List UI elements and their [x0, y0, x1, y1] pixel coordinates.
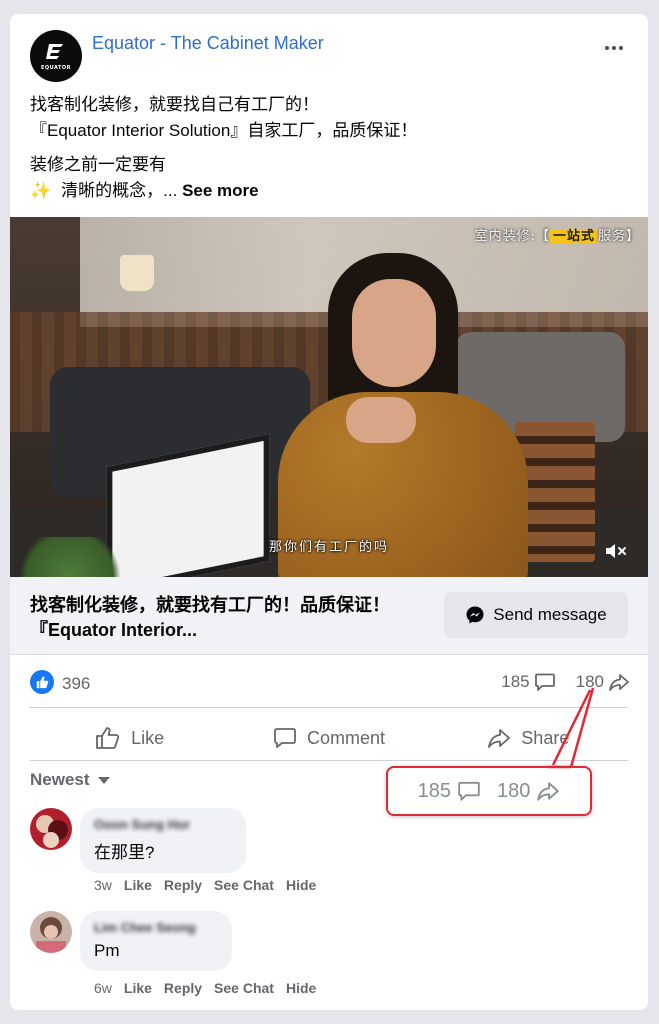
send-message-button[interactable]: Send message: [444, 592, 628, 638]
comment-time[interactable]: 3w: [94, 877, 112, 893]
like-button[interactable]: Like: [30, 726, 229, 750]
post-card: EQUATOR Equator - The Cabinet Maker 找客制化…: [10, 14, 648, 1010]
comment-hide-link[interactable]: Hide: [286, 877, 316, 893]
comment-meta: 6w Like Reply See Chat Hide: [94, 980, 316, 996]
video-person-hands: [346, 397, 416, 443]
post-line-3: 装修之前一定要有: [30, 155, 166, 174]
comment-like-link[interactable]: Like: [124, 877, 152, 893]
comment-bubble: Lim Chee Seong Pm: [80, 911, 232, 971]
comment-sort-dropdown[interactable]: Newest: [30, 770, 110, 790]
comment-text: 在那里?: [94, 843, 155, 862]
like-label: Like: [131, 727, 165, 748]
caption-prefix: 室内装修:【: [474, 229, 550, 244]
actions-divider: [30, 760, 628, 761]
link-preview-title[interactable]: 找客制化装修，就要找有工厂的！品质保证！『Equator Interior...: [30, 593, 410, 643]
dot-icon: [619, 46, 623, 50]
comment-bubble-icon: [534, 673, 555, 691]
video-player[interactable]: 室内装修:【 一站式 服务】 那你们有工厂的吗: [10, 217, 648, 577]
comment-label: Comment: [306, 727, 385, 748]
speaker-muted-icon[interactable]: [604, 541, 630, 561]
comment-author[interactable]: Lim Chee Seong: [94, 920, 216, 935]
logo-text: EQUATOR: [40, 65, 72, 71]
sparkle-icon: ✨: [30, 181, 52, 200]
caret-down-icon: [97, 776, 110, 784]
reactions-stats: 396 185 180: [30, 668, 630, 698]
dot-icon: [605, 46, 609, 50]
comment-hide-link[interactable]: Hide: [286, 980, 316, 996]
stats-divider: [30, 707, 628, 708]
sort-label: Newest: [30, 770, 90, 789]
comment-meta: 3w Like Reply See Chat Hide: [94, 877, 316, 893]
send-message-label: Send message: [493, 605, 607, 624]
dot-icon: [612, 46, 616, 50]
comment-text: Pm: [94, 941, 120, 960]
post-actions: Like Comment Share: [30, 718, 628, 758]
messenger-icon: [466, 606, 484, 624]
post-text: 找客制化装修，就要找自己有工厂的！ 『Equator Interior Solu…: [30, 92, 630, 204]
share-count-value: 180: [575, 672, 604, 691]
comment-bubble: Ooon Sung Hor 在那里?: [80, 808, 246, 873]
stats-callout: 185 180: [386, 766, 592, 816]
comment-item: Ooon Sung Hor 在那里? 3w Like Reply See Cha…: [30, 808, 630, 898]
comment-reply-link[interactable]: Reply: [164, 877, 202, 893]
thumbs-up-icon: [36, 676, 49, 689]
page-name-link[interactable]: Equator - The Cabinet Maker: [92, 33, 324, 54]
comment-count[interactable]: 185: [501, 672, 555, 692]
video-person-face: [352, 279, 436, 387]
callout-comment-value: 185: [417, 779, 451, 802]
user-avatar-image: [30, 911, 72, 953]
comment-reply-link[interactable]: Reply: [164, 980, 202, 996]
video-top-caption: 室内装修:【 一站式 服务】: [475, 225, 640, 244]
share-button[interactable]: Share: [429, 727, 628, 749]
like-reaction-icon[interactable]: [30, 670, 54, 694]
share-label: Share: [521, 727, 570, 748]
like-count[interactable]: 396: [62, 674, 90, 694]
share-arrow-icon: [537, 782, 560, 801]
comment-author[interactable]: Ooon Sung Hor: [94, 817, 230, 832]
comment-count-value: 185: [501, 672, 530, 691]
post-line-1: 找客制化装修，就要找自己有工厂的！: [30, 95, 319, 114]
page-avatar[interactable]: EQUATOR: [30, 30, 82, 82]
comment-item: Lim Chee Seong Pm 6w Like Reply See Chat…: [30, 911, 630, 1001]
avatar[interactable]: [30, 808, 72, 850]
see-more-link[interactable]: See more: [182, 181, 259, 200]
comment-see-chat-link[interactable]: See Chat: [214, 980, 274, 996]
caption-suffix: 服务】: [597, 229, 640, 244]
comment-share-stats: 185 180: [501, 672, 630, 692]
more-options-button[interactable]: [602, 42, 626, 54]
comment-icon: [274, 728, 296, 748]
video-subtitle: 那你们有工厂的吗: [268, 540, 389, 555]
comment-bubble-icon: [458, 781, 480, 801]
post-line-2: 『Equator Interior Solution』自家工厂，品质保证！: [30, 121, 418, 140]
caption-highlight: 一站式: [549, 229, 598, 244]
callout-share-count: 180: [497, 780, 560, 803]
post-line-4: ✨ 清晰的概念，... See more: [30, 178, 630, 204]
like-thumb-icon: [96, 727, 120, 749]
equator-logo-icon: [46, 44, 63, 59]
callout-share-value: 180: [497, 779, 531, 802]
link-preview-bar[interactable]: 找客制化装修，就要找有工厂的！品质保证！『Equator Interior...…: [10, 577, 648, 655]
share-arrow-icon: [609, 674, 629, 691]
comment-button[interactable]: Comment: [229, 727, 428, 749]
user-avatar-image: [30, 808, 72, 850]
avatar[interactable]: [30, 911, 72, 953]
callout-comment-count: 185: [418, 780, 481, 803]
video-lamp: [120, 255, 154, 291]
share-count[interactable]: 180: [576, 672, 630, 692]
post-line-4-text: 清晰的概念，...: [61, 181, 178, 200]
comment-see-chat-link[interactable]: See Chat: [214, 877, 274, 893]
share-icon: [488, 729, 511, 748]
comment-time[interactable]: 6w: [94, 980, 112, 996]
comment-like-link[interactable]: Like: [124, 980, 152, 996]
